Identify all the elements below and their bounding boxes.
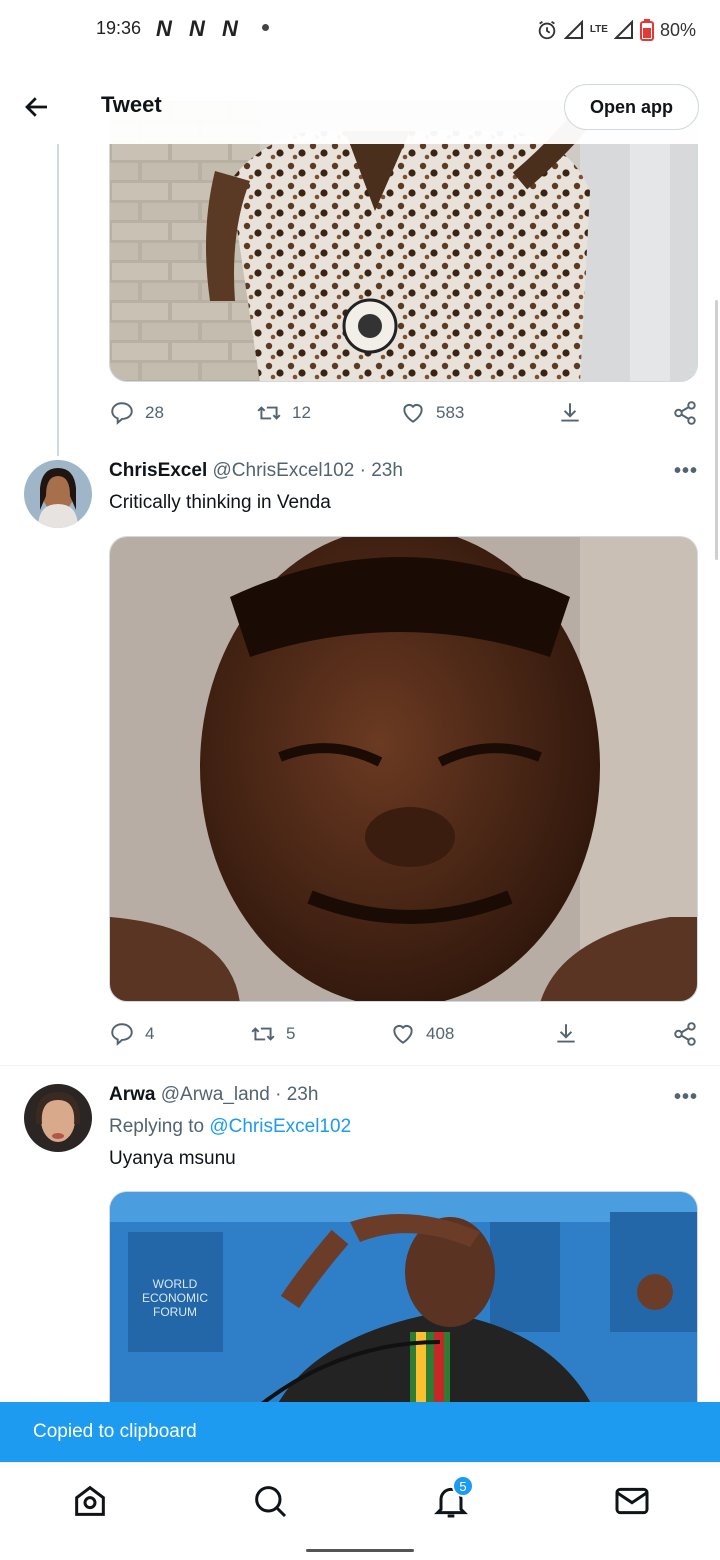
display-name[interactable]: ChrisExcel	[109, 460, 207, 481]
reply-count: 28	[145, 403, 164, 422]
image-text: WORLD	[153, 1277, 198, 1291]
share-button[interactable]	[672, 1014, 698, 1054]
notification-dot	[262, 24, 269, 31]
scrollbar[interactable]	[715, 300, 718, 560]
search-icon[interactable]	[250, 1481, 290, 1521]
thread-line	[57, 144, 59, 456]
tweet-image[interactable]	[109, 536, 698, 1002]
tweet-time: · 23h	[275, 1084, 319, 1105]
more-icon[interactable]: •••	[674, 460, 698, 483]
back-arrow-icon[interactable]	[22, 92, 52, 122]
mail-icon[interactable]	[612, 1481, 652, 1521]
share-icon	[674, 401, 696, 425]
open-app-button[interactable]: Open app	[564, 84, 699, 130]
reply-button[interactable]: 28	[109, 393, 164, 433]
download-button[interactable]	[553, 1014, 579, 1054]
tweet-text: Uyanya msunu	[109, 1148, 236, 1169]
retweet-button[interactable]: 12	[256, 393, 311, 433]
reply-icon	[111, 402, 133, 425]
replying-to: Replying to @ChrisExcel102	[109, 1116, 351, 1138]
user-handle[interactable]: @Arwa_land	[161, 1084, 270, 1105]
user-handle[interactable]: @ChrisExcel102	[213, 460, 355, 481]
page-title: Tweet	[101, 92, 162, 117]
notification-badge: 5	[452, 1475, 474, 1497]
divider	[0, 1065, 720, 1066]
tweet-actions: 28 12 583	[109, 393, 699, 433]
signal-icon	[563, 20, 583, 39]
battery-percent: 80%	[659, 19, 696, 40]
tweet-actions: 4 5 408	[109, 1014, 699, 1054]
tweet-header: ChrisExcel @ChrisExcel102 · 23h	[109, 460, 403, 482]
lte-label: LTE	[589, 24, 608, 35]
retweet-count: 12	[292, 403, 311, 422]
reply-button[interactable]: 4	[109, 1014, 154, 1054]
more-icon[interactable]: •••	[674, 1086, 698, 1109]
like-icon	[393, 1024, 413, 1044]
carrier-icon: N	[189, 16, 205, 41]
like-count: 583	[436, 403, 465, 422]
image-text: FORUM	[153, 1305, 197, 1319]
retweet-count: 5	[286, 1024, 296, 1043]
home-icon[interactable]	[70, 1481, 110, 1521]
carrier-icon: N	[222, 16, 238, 41]
like-button[interactable]: 583	[400, 393, 464, 433]
battery-icon	[639, 19, 654, 41]
reply-count: 4	[145, 1024, 155, 1043]
display-name[interactable]: Arwa	[109, 1084, 155, 1105]
status-time: 19:36	[96, 18, 142, 38]
like-button[interactable]: 408	[390, 1014, 454, 1054]
download-icon	[561, 403, 579, 422]
avatar[interactable]	[24, 1084, 92, 1152]
replying-label: Replying to	[109, 1116, 205, 1137]
retweet-button[interactable]: 5	[250, 1014, 295, 1054]
carrier-icon: N	[156, 16, 172, 41]
tweet-text: Critically thinking in Venda	[109, 492, 331, 513]
alarm-icon	[538, 20, 556, 40]
share-icon	[674, 1022, 696, 1046]
top-header: Tweet Open app	[0, 70, 720, 144]
status-bar: 19:36 N N N LTE 80%	[0, 0, 720, 60]
like-icon	[403, 403, 423, 423]
share-button[interactable]	[672, 393, 698, 433]
retweet-icon	[251, 1027, 275, 1041]
retweet-icon	[257, 406, 281, 420]
image-text: ECONOMIC	[142, 1291, 208, 1305]
bottom-nav	[0, 1462, 720, 1537]
download-button[interactable]	[557, 393, 583, 433]
tweet-header: Arwa @Arwa_land · 23h	[109, 1084, 318, 1106]
signal-icon	[613, 20, 633, 39]
gesture-bar[interactable]	[306, 1549, 414, 1552]
avatar[interactable]	[24, 460, 92, 528]
like-count: 408	[426, 1024, 455, 1043]
download-icon	[557, 1024, 575, 1043]
clipboard-toast: Copied to clipboard	[0, 1402, 720, 1462]
replying-handle-link[interactable]: @ChrisExcel102	[209, 1116, 351, 1137]
reply-icon	[111, 1023, 133, 1046]
toast-message: Copied to clipboard	[33, 1421, 197, 1442]
tweet-time: · 23h	[359, 460, 403, 481]
